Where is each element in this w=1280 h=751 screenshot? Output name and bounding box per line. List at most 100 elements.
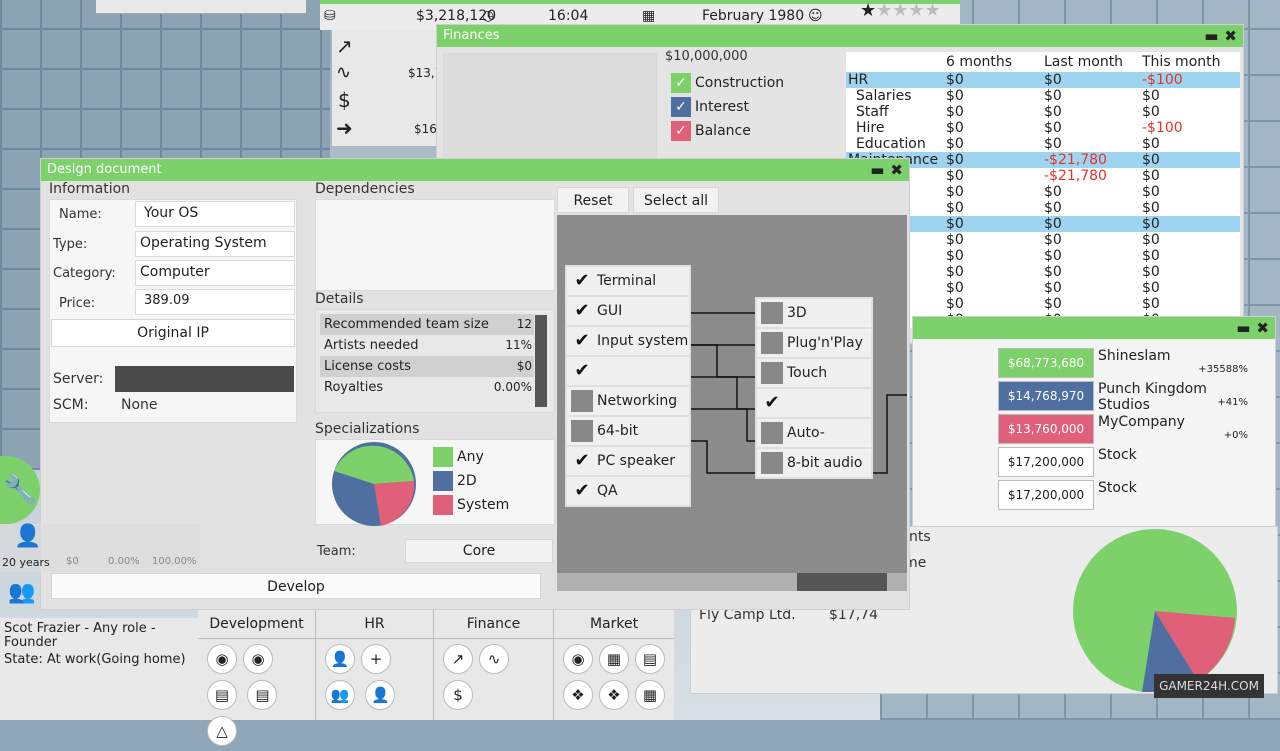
feature-item[interactable]: ✔ PC speaker	[567, 447, 689, 475]
row-thismonth: $0	[1142, 264, 1160, 280]
check-icon[interactable]: ✔	[571, 270, 593, 292]
checkbox-empty[interactable]	[761, 332, 783, 354]
company-value[interactable]: $17,200,000	[998, 447, 1094, 477]
details-key: Artists needed	[324, 338, 419, 353]
check-icon[interactable]: ✔	[571, 450, 593, 472]
feature-item[interactable]: Touch	[757, 359, 871, 387]
team-icon[interactable]: 👥	[325, 680, 355, 710]
checkbox-empty[interactable]	[761, 302, 783, 324]
row-6months: $0	[946, 72, 964, 88]
feature-item[interactable]: ✔Multithreading	[567, 357, 689, 407]
minimize-icon[interactable]: ▬	[1236, 319, 1250, 337]
feature-item[interactable]: 3D rendering	[757, 299, 871, 349]
arrows-icon[interactable]: ❖	[563, 680, 593, 710]
company-row[interactable]: $17,200,000 Stock	[998, 480, 1248, 510]
company-value[interactable]: $13,760,000	[998, 414, 1094, 444]
server-icon[interactable]: ▤	[207, 680, 237, 710]
feature-item[interactable]: Auto-update	[757, 419, 871, 469]
feature-scrollbar-thumb[interactable]	[797, 573, 887, 591]
newspaper-icon[interactable]: ▤	[635, 644, 665, 674]
company-name: Shineslam	[1098, 348, 1171, 364]
details-row: Royalties 0.00%	[320, 377, 534, 398]
minimize-icon[interactable]: ▬	[870, 161, 884, 179]
trend-up-icon[interactable]: ↗	[336, 34, 353, 58]
company-row[interactable]: $68,773,680 Shineslam +35588%	[998, 348, 1248, 378]
legend-construction[interactable]: ✓ Construction	[671, 73, 784, 97]
team-label: Team:	[317, 544, 356, 559]
server-field[interactable]	[115, 366, 294, 392]
dollar-icon[interactable]: $	[443, 680, 473, 710]
check-icon[interactable]: ✔	[761, 392, 783, 414]
checkbox-empty[interactable]	[761, 422, 783, 444]
details-value: 11%	[505, 338, 532, 352]
row-thismonth: $0	[1142, 200, 1160, 216]
company-row[interactable]: $17,200,000 Stock	[998, 447, 1248, 477]
add-person-icon[interactable]: +	[361, 644, 391, 674]
globe-icon[interactable]: ◉	[207, 644, 237, 674]
person-icon[interactable]: 👤	[325, 644, 355, 674]
feature-item[interactable]: ✔ QA	[567, 477, 689, 505]
chart-line-icon[interactable]: ∿	[336, 62, 351, 83]
company-value[interactable]: $17,200,000	[998, 480, 1094, 510]
dollar-icon[interactable]: $	[338, 88, 351, 112]
reset-button[interactable]: Reset	[557, 187, 629, 213]
feature-item[interactable]: ✔ GUI	[567, 297, 689, 325]
develop-button[interactable]: Develop	[51, 573, 541, 599]
original-ip-button[interactable]: Original IP	[51, 319, 295, 347]
feature-item[interactable]: 64-bit	[567, 417, 689, 445]
legend-balance[interactable]: ✓ Balance	[671, 121, 784, 145]
type-select[interactable]: Operating System	[135, 231, 295, 257]
select-all-button[interactable]: Select all	[633, 187, 719, 213]
spec-system[interactable]: System	[433, 495, 509, 519]
checkbox-empty[interactable]	[571, 420, 593, 442]
company-row[interactable]: $13,760,000 MyCompany +0%	[998, 414, 1248, 444]
close-icon[interactable]: ✖	[1256, 319, 1269, 337]
name-input[interactable]: Your OS	[135, 201, 295, 227]
feature-item[interactable]: Plug'n'Play	[757, 329, 871, 357]
feature-item[interactable]: ✔ Terminal	[567, 267, 689, 295]
check-icon[interactable]: ✔	[571, 300, 593, 322]
group-icon[interactable]: 👥	[8, 580, 35, 605]
trend-up-icon[interactable]: ↗	[443, 644, 473, 674]
handshake-icon[interactable]: ❖	[599, 680, 629, 710]
category-select[interactable]: Computer	[135, 260, 295, 286]
category-label[interactable]: Market	[554, 610, 674, 639]
grid-icon[interactable]: ▦	[599, 644, 629, 674]
check-icon[interactable]: ✔	[571, 360, 593, 382]
calendar-icon[interactable]: ▦	[635, 680, 665, 710]
check-icon[interactable]: ✔	[571, 330, 593, 352]
minimize-icon[interactable]: ▬	[1204, 27, 1218, 45]
details-scrollbar[interactable]	[535, 315, 547, 407]
flask-icon[interactable]: △	[207, 716, 237, 746]
close-icon[interactable]: ✖	[1224, 27, 1237, 45]
company-value[interactable]: $68,773,680	[998, 348, 1094, 378]
company-value[interactable]: $14,768,970	[998, 381, 1094, 411]
disc-icon[interactable]: ◉	[243, 644, 273, 674]
close-icon[interactable]: ✖	[890, 161, 903, 179]
row-lastmonth: $0	[1044, 104, 1062, 120]
price-input[interactable]: 389.09	[135, 289, 295, 315]
feature-item[interactable]: ✔Multitasking	[757, 389, 871, 439]
legend-interest[interactable]: ✓ Interest	[671, 97, 784, 121]
network-icon[interactable]: ◉	[563, 644, 593, 674]
checkbox-empty[interactable]	[761, 362, 783, 384]
check-icon[interactable]: ✔	[571, 480, 593, 502]
arrow-right-icon[interactable]: ➜	[336, 116, 353, 140]
chart-line-icon[interactable]: ∿	[479, 644, 509, 674]
feature-item[interactable]: 8-bit audio	[757, 449, 871, 477]
spec-2d[interactable]: 2D	[433, 471, 509, 495]
document-icon[interactable]: ▤	[247, 680, 278, 710]
spec-any[interactable]: Any	[433, 447, 509, 471]
feature-item[interactable]: Networking	[567, 387, 689, 415]
checkbox-empty[interactable]	[761, 452, 783, 474]
category-label[interactable]: Finance	[434, 610, 553, 639]
scm-value[interactable]: None	[121, 397, 158, 413]
feature-item[interactable]: ✔ Input system	[567, 327, 689, 355]
category-label[interactable]: Development	[198, 610, 315, 639]
person-board-icon[interactable]: 👤	[365, 680, 396, 710]
team-select[interactable]: Core	[405, 539, 553, 563]
company-row[interactable]: $14,768,970 Punch Kingdom Studios +41%	[998, 381, 1248, 413]
category-label[interactable]: HR	[316, 610, 433, 639]
checkbox-empty[interactable]	[571, 390, 593, 412]
row-label: Education	[856, 136, 926, 152]
